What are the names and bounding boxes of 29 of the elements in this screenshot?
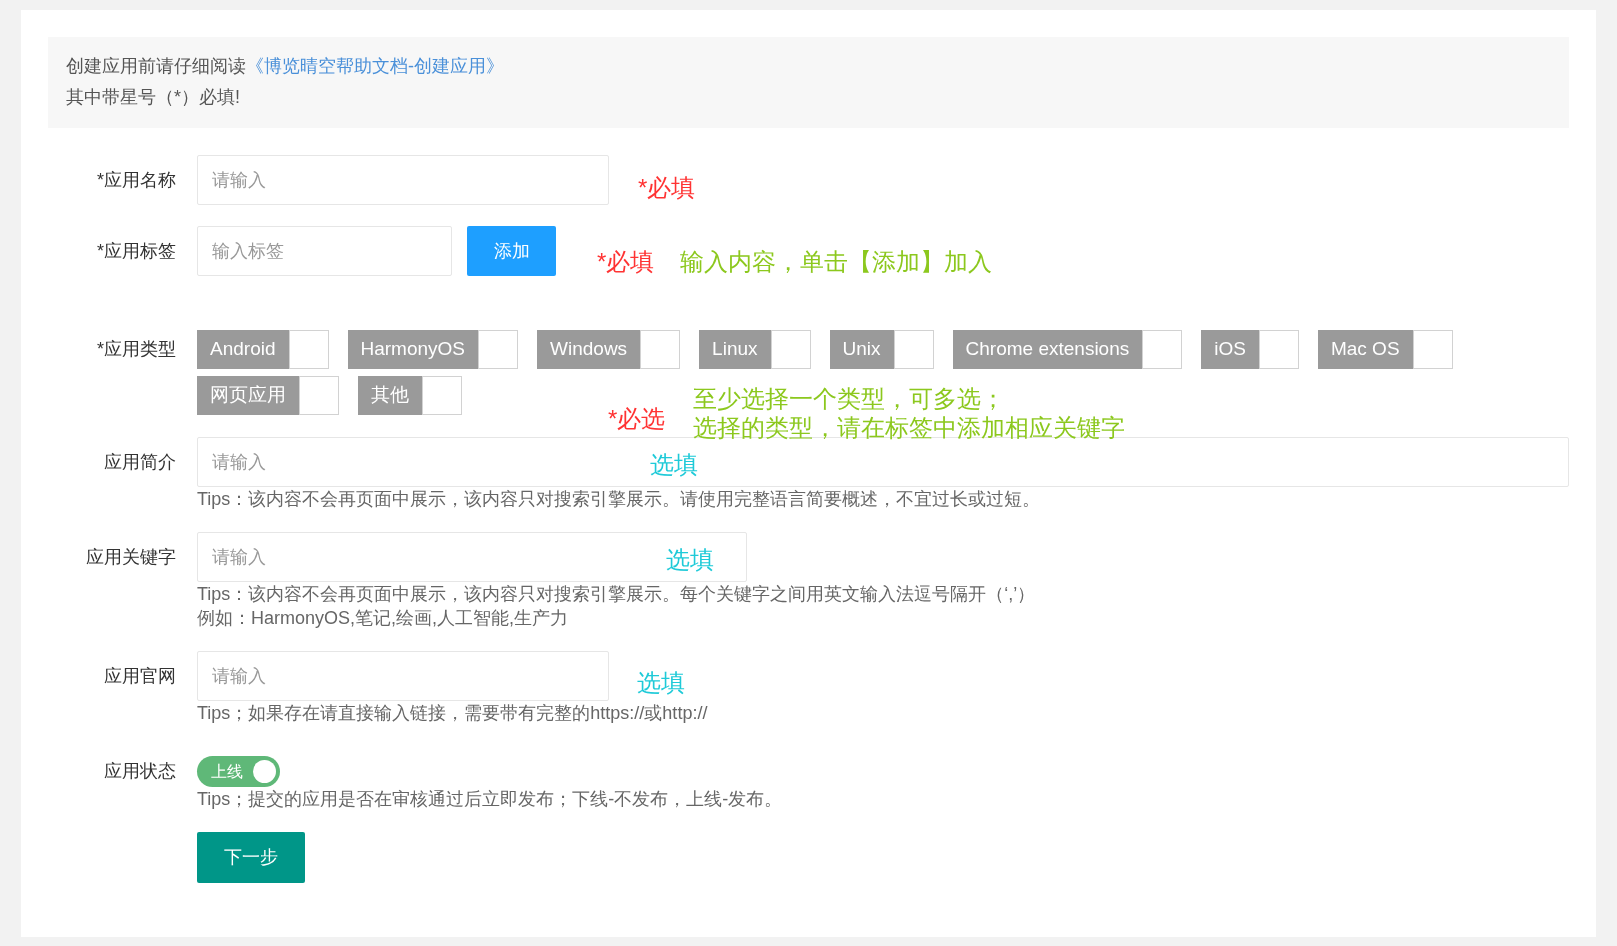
field-label: *应用类型 xyxy=(97,338,176,361)
next-button[interactable]: 下一步 xyxy=(197,832,305,883)
annotation-text: *必填 xyxy=(638,173,696,203)
input-field[interactable]: 输入标签 xyxy=(197,226,452,276)
field-label: *应用标签 xyxy=(97,239,176,263)
help-doc-link[interactable]: 《博览晴空帮助文档-创建应用》 xyxy=(246,56,504,76)
field-label: *应用名称 xyxy=(97,168,176,192)
tip-text: Tips：该内容不会再页面中展示，该内容只对搜索引擎展示。每个关键字之间用英文输入法逗号隔开（‘,’） xyxy=(197,583,1037,606)
tip-text: Tips：该内容不会再页面中展示，该内容只对搜索引擎展示。请使用完整语言简要概述，不宜过长或过短。 xyxy=(197,488,1042,511)
annotation-text: 选填 xyxy=(637,668,685,698)
input-field[interactable]: 请输入 xyxy=(197,155,609,205)
input-field[interactable]: 请输入 xyxy=(197,651,609,701)
annotation-text: 选填 xyxy=(666,545,714,575)
field-label: 应用状态 xyxy=(104,760,176,783)
annotation-text: *必填 xyxy=(597,247,655,277)
tip-text: Tips；提交的应用是否在审核通过后立即发布；下线-不发布，上线-发布。 xyxy=(197,788,784,811)
field-label: 应用简介 xyxy=(104,450,176,474)
tip-text: Tips；如果存在请直接输入链接，需要带有完整的https://或http:// xyxy=(197,702,709,725)
add-button[interactable]: 添加 xyxy=(467,226,556,276)
tip-text: 例如：HarmonyOS,笔记,绘画,人工智能,生产力 xyxy=(197,607,570,630)
field-label: 应用官网 xyxy=(104,664,176,688)
status-toggle[interactable]: 上线 xyxy=(197,756,280,787)
notice-text: 其中带星号（*）必填! xyxy=(66,86,241,109)
annotation-text: *必选 xyxy=(608,404,666,434)
annotation-text: 至少选择一个类型，可多选； xyxy=(693,384,1005,414)
field-label: 应用关键字 xyxy=(86,545,176,569)
annotation-text: 选填 xyxy=(650,450,698,480)
notice-text: 创建应用前请仔细阅读《博览晴空帮助文档-创建应用》 xyxy=(66,55,505,78)
annotation-text: 输入内容，单击【添加】加入 xyxy=(680,247,992,277)
